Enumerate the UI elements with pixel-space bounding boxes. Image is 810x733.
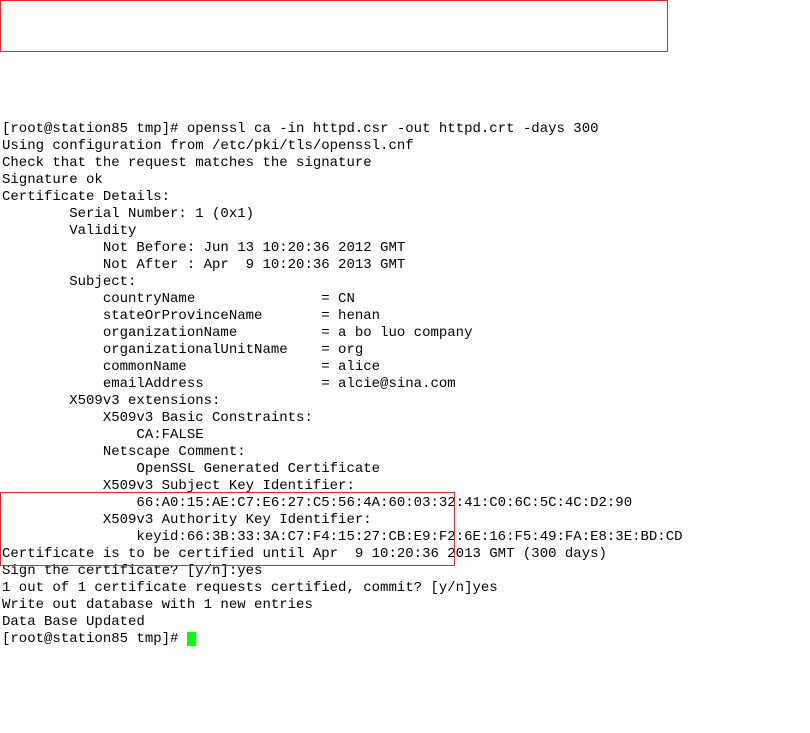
terminal-line: keyid:66:3B:33:3A:C7:F4:15:27:CB:E9:F2:6… (2, 529, 808, 546)
terminal-line: emailAddress = alcie@sina.com (2, 376, 808, 393)
terminal-line: X509v3 extensions: (2, 393, 808, 410)
terminal-line: OpenSSL Generated Certificate (2, 461, 808, 478)
terminal-line: 66:A0:15:AE:C7:E6:27:C5:56:4A:60:03:32:4… (2, 495, 808, 512)
terminal-line: Signature ok (2, 172, 808, 189)
terminal-line: Sign the certificate? [y/n]:yes (2, 563, 808, 580)
terminal-line: organizationalUnitName = org (2, 342, 808, 359)
terminal-line: Netscape Comment: (2, 444, 808, 461)
terminal-line: Data Base Updated (2, 614, 808, 631)
shell-prompt[interactable]: [root@station85 tmp]# (2, 121, 187, 137)
terminal-line: Check that the request matches the signa… (2, 155, 808, 172)
terminal-line: countryName = CN (2, 291, 808, 308)
terminal-line: stateOrProvinceName = henan (2, 308, 808, 325)
terminal-line: Serial Number: 1 (0x1) (2, 206, 808, 223)
terminal-line: organizationName = a bo luo company (2, 325, 808, 342)
terminal-line: Write out database with 1 new entries (2, 597, 808, 614)
terminal-line: Not Before: Jun 13 10:20:36 2012 GMT (2, 240, 808, 257)
terminal-line: X509v3 Subject Key Identifier: (2, 478, 808, 495)
terminal-line: Subject: (2, 274, 808, 291)
highlight-box-top (0, 0, 668, 52)
terminal-line: Certificate Details: (2, 189, 808, 206)
terminal-line-1: [root@station85 tmp]# openssl ca -in htt… (2, 121, 808, 138)
terminal-line: Certificate is to be certified until Apr… (2, 546, 808, 563)
terminal-line: X509v3 Basic Constraints: (2, 410, 808, 427)
terminal-line: X509v3 Authority Key Identifier: (2, 512, 808, 529)
terminal-line-prompt: [root@station85 tmp]# (2, 631, 808, 648)
terminal-line: commonName = alice (2, 359, 808, 376)
terminal-line: Using configuration from /etc/pki/tls/op… (2, 138, 808, 155)
cursor-icon (187, 632, 196, 646)
shell-prompt[interactable]: [root@station85 tmp]# (2, 631, 187, 647)
terminal-line: Not After : Apr 9 10:20:36 2013 GMT (2, 257, 808, 274)
terminal-line: Validity (2, 223, 808, 240)
command-text: openssl ca -in httpd.csr -out httpd.crt … (187, 121, 599, 137)
terminal-line: CA:FALSE (2, 427, 808, 444)
terminal-line: 1 out of 1 certificate requests certifie… (2, 580, 808, 597)
